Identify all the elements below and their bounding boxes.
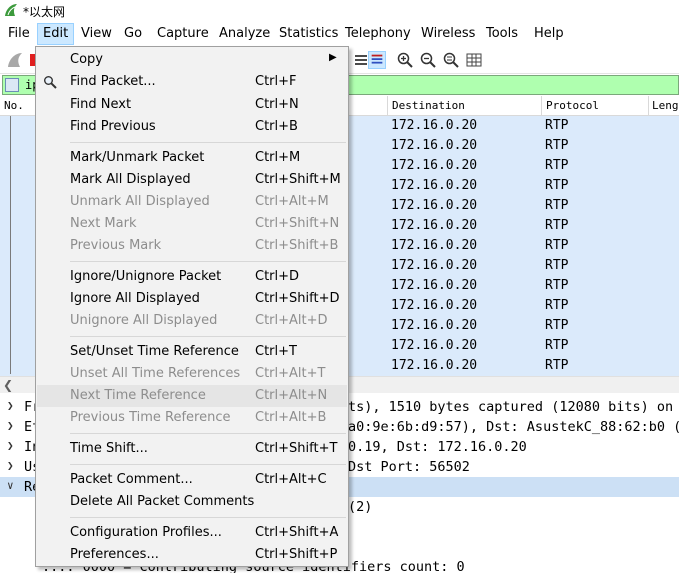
scroll-left-arrow-icon[interactable]: ❮ bbox=[3, 378, 13, 392]
menu-item-next-time-reference: Next Time Reference Ctrl+Alt+N bbox=[37, 385, 347, 407]
menu-item-find-previous[interactable]: Find Previous Ctrl+B bbox=[37, 116, 347, 138]
menu-separator bbox=[70, 336, 346, 337]
menu-separator bbox=[70, 464, 346, 465]
collapse-arrow-icon[interactable]: ∨ bbox=[7, 479, 14, 492]
zoom-in-icon[interactable] bbox=[396, 51, 414, 69]
zoom-out-icon[interactable] bbox=[419, 51, 437, 69]
menu-item-copy[interactable]: Copy ▶ bbox=[37, 49, 347, 71]
menu-item-delete-all-packet-comments[interactable]: Delete All Packet Comments bbox=[37, 491, 347, 513]
menu-separator bbox=[70, 142, 346, 143]
shark-fin-start-icon[interactable] bbox=[6, 51, 24, 69]
column-header-destination[interactable]: Destination bbox=[392, 99, 465, 112]
menu-item-ignore-all-displayed[interactable]: Ignore All Displayed Ctrl+Shift+D bbox=[37, 288, 347, 310]
menu-separator bbox=[70, 433, 346, 434]
window-title: *以太网 bbox=[23, 5, 66, 19]
packet-destination: 172.16.0.20 bbox=[391, 278, 478, 293]
menu-wireless[interactable]: Wireless bbox=[421, 26, 475, 41]
packet-destination: 172.16.0.20 bbox=[391, 158, 478, 173]
menu-separator bbox=[70, 517, 346, 518]
packet-protocol: RTP bbox=[545, 218, 569, 233]
menu-item-ignore-unignore-packet[interactable]: Ignore/Unignore Packet Ctrl+D bbox=[37, 266, 347, 288]
menu-go[interactable]: Go bbox=[124, 26, 142, 41]
menu-item-unset-all-time-references: Unset All Time References Ctrl+Alt+T bbox=[70, 366, 326, 381]
packet-protocol: RTP bbox=[545, 238, 569, 253]
menu-item-unignore-all-displayed: Unignore All Displayed Ctrl+Alt+D bbox=[70, 313, 328, 328]
column-header-no[interactable]: No. bbox=[4, 99, 24, 112]
menu-analyze[interactable]: Analyze bbox=[219, 26, 270, 41]
menu-item-find-packet[interactable]: Find Packet... Ctrl+F bbox=[37, 71, 347, 93]
resize-table-icon[interactable] bbox=[465, 51, 483, 69]
packet-destination: 172.16.0.20 bbox=[391, 298, 478, 313]
menu-item-next-mark: Next Mark Ctrl+Shift+N bbox=[70, 216, 340, 231]
menu-item-preferences[interactable]: Preferences... Ctrl+Shift+P bbox=[37, 544, 347, 566]
packet-protocol: RTP bbox=[545, 138, 569, 153]
packet-destination: 172.16.0.20 bbox=[391, 118, 478, 133]
packet-protocol: RTP bbox=[545, 298, 569, 313]
menu-view[interactable]: View bbox=[81, 26, 112, 41]
menu-item-previous-mark: Previous Mark Ctrl+Shift+B bbox=[70, 238, 339, 253]
menu-item-mark-all-displayed[interactable]: Mark All Displayed Ctrl+Shift+M bbox=[37, 169, 347, 191]
menu-item-find-next[interactable]: Find Next Ctrl+N bbox=[37, 94, 347, 116]
menu-item-previous-time-reference: Previous Time Reference Ctrl+Alt+B bbox=[70, 410, 327, 425]
menu-item-unmark-all-displayed: Unmark All Displayed Ctrl+Alt+M bbox=[70, 194, 329, 209]
packet-destination: 172.16.0.20 bbox=[391, 338, 478, 353]
packet-protocol: RTP bbox=[545, 338, 569, 353]
packet-destination: 172.16.0.20 bbox=[391, 318, 478, 333]
menu-telephony[interactable]: Telephony bbox=[345, 26, 411, 41]
expand-arrow-icon[interactable]: ❯ bbox=[7, 459, 14, 472]
menu-edit[interactable]: Edit bbox=[37, 23, 75, 45]
edit-menu-dropdown: Copy ▶ Find Packet... Ctrl+F Find Next C… bbox=[35, 46, 349, 567]
expand-arrow-icon[interactable]: ❯ bbox=[7, 399, 14, 412]
expand-arrow-icon[interactable]: ❯ bbox=[7, 419, 14, 432]
menu-item-set-unset-time-reference[interactable]: Set/Unset Time Reference Ctrl+T bbox=[37, 341, 347, 363]
menu-file[interactable]: File bbox=[8, 26, 30, 41]
menu-statistics[interactable]: Statistics bbox=[279, 26, 338, 41]
title-bar: *以太网 bbox=[0, 0, 679, 22]
packet-protocol: RTP bbox=[545, 258, 569, 273]
column-header-length[interactable]: Lengt bbox=[652, 99, 679, 112]
packet-protocol: RTP bbox=[545, 198, 569, 213]
menu-item-configuration-profiles[interactable]: Configuration Profiles... Ctrl+Shift+A bbox=[37, 522, 347, 544]
packet-destination: 172.16.0.20 bbox=[391, 198, 478, 213]
packet-destination: 172.16.0.20 bbox=[391, 138, 478, 153]
wireshark-fin-icon bbox=[5, 4, 17, 16]
packet-destination: 172.16.0.20 bbox=[391, 358, 478, 373]
expand-arrow-icon[interactable]: ❯ bbox=[7, 439, 14, 452]
packet-protocol: RTP bbox=[545, 178, 569, 193]
magnifier-icon bbox=[44, 76, 57, 89]
conversation-line bbox=[10, 116, 11, 374]
menu-capture[interactable]: Capture bbox=[157, 26, 209, 41]
packet-protocol: RTP bbox=[545, 118, 569, 133]
menu-separator bbox=[70, 261, 346, 262]
submenu-arrow-icon: ▶ bbox=[329, 52, 337, 63]
packet-destination: 172.16.0.20 bbox=[391, 258, 478, 273]
colorize-list-icon[interactable] bbox=[368, 51, 386, 69]
packet-protocol: RTP bbox=[545, 318, 569, 333]
packet-protocol: RTP bbox=[545, 358, 569, 373]
column-header-protocol[interactable]: Protocol bbox=[546, 99, 599, 112]
packet-destination: 172.16.0.20 bbox=[391, 218, 478, 233]
bookmark-icon[interactable] bbox=[5, 78, 19, 92]
menu-tools[interactable]: Tools bbox=[486, 26, 518, 41]
menu-bar: File Edit View Go Capture Analyze Statis… bbox=[0, 22, 679, 46]
menu-help[interactable]: Help bbox=[534, 26, 564, 41]
zoom-normal-icon[interactable] bbox=[442, 51, 460, 69]
packet-destination: 172.16.0.20 bbox=[391, 238, 478, 253]
menu-item-packet-comment[interactable]: Packet Comment... Ctrl+Alt+C bbox=[37, 469, 347, 491]
menu-item-mark-unmark-packet[interactable]: Mark/Unmark Packet Ctrl+M bbox=[37, 147, 347, 169]
menu-item-time-shift[interactable]: Time Shift... Ctrl+Shift+T bbox=[37, 438, 347, 460]
packet-protocol: RTP bbox=[545, 278, 569, 293]
packet-protocol: RTP bbox=[545, 158, 569, 173]
packet-destination: 172.16.0.20 bbox=[391, 178, 478, 193]
